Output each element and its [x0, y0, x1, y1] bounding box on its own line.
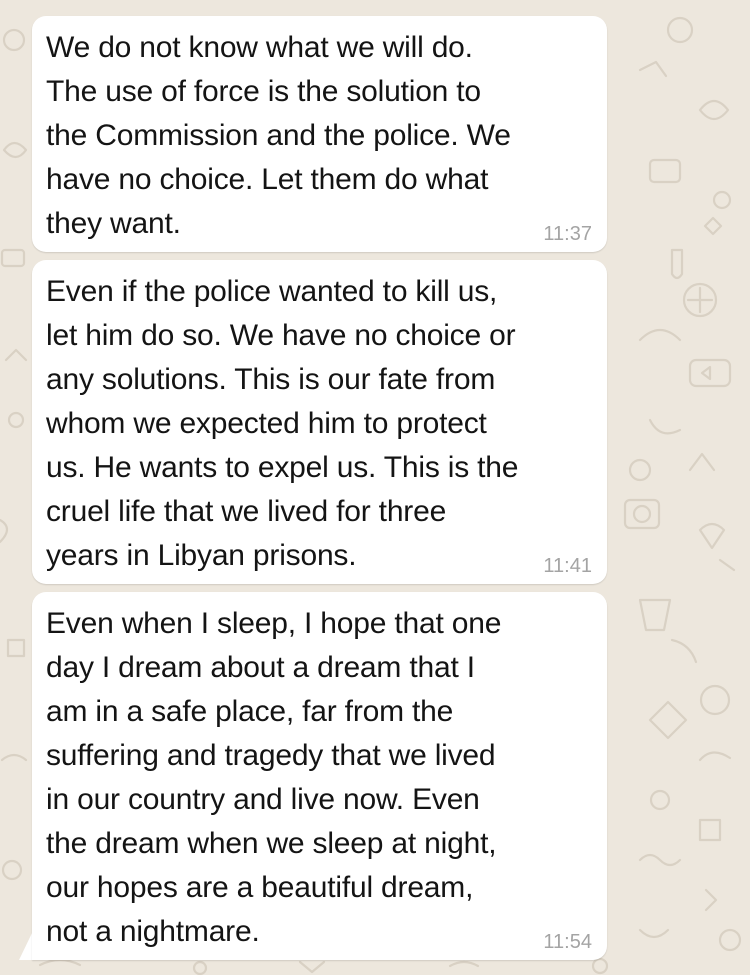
message-timestamp: 11:37	[543, 223, 592, 245]
message-bubble-tail	[19, 931, 33, 960]
message-timestamp: 11:41	[543, 555, 592, 577]
message-text: Even if the police wanted to kill us, le…	[46, 275, 519, 572]
message-bubble[interactable]: We do not know what we will do. The use …	[32, 16, 607, 252]
message-bubble[interactable]: Even when I sleep, I hope that one day I…	[32, 592, 607, 960]
message-timestamp: 11:54	[543, 931, 592, 953]
message-text: Even when I sleep, I hope that one day I…	[46, 607, 502, 948]
message-bubble[interactable]: Even if the police wanted to kill us, le…	[32, 260, 607, 584]
message-text: We do not know what we will do. The use …	[46, 31, 511, 240]
